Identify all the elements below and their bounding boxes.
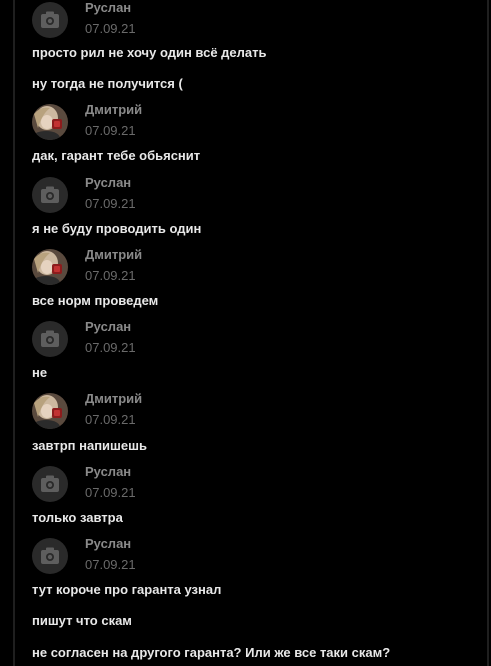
message-text: пишут что скам <box>32 613 132 628</box>
message-header: Дмитрий 07.09.21 <box>32 102 472 144</box>
camera-icon <box>41 475 59 492</box>
message-header: Руслан 07.09.21 <box>32 319 472 361</box>
message-timestamp: 07.09.21 <box>85 123 136 138</box>
author-name[interactable]: Дмитрий <box>85 391 142 406</box>
message-header: Дмитрий 07.09.21 <box>32 247 472 289</box>
message-timestamp: 07.09.21 <box>85 412 136 427</box>
avatar[interactable] <box>32 249 68 285</box>
author-name[interactable]: Руслан <box>85 319 131 334</box>
avatar[interactable] <box>32 177 68 213</box>
scrollbar-track[interactable] <box>487 0 489 666</box>
message-text: все норм проведем <box>32 293 159 308</box>
message-text: завтрп напишешь <box>32 438 147 453</box>
profile-photo <box>32 249 68 285</box>
message-header: Руслан 07.09.21 <box>32 175 472 217</box>
message-header: Руслан 07.09.21 <box>32 0 472 42</box>
message-text: просто рил не хочу один всё делать <box>32 45 267 60</box>
author-name[interactable]: Дмитрий <box>85 102 142 117</box>
message-timestamp: 07.09.21 <box>85 557 136 572</box>
message-text: ну тогда не получится ( <box>32 76 183 91</box>
message-timestamp: 07.09.21 <box>85 21 136 36</box>
message-text: не <box>32 365 48 380</box>
author-name[interactable]: Руслан <box>85 536 131 551</box>
author-name[interactable]: Руслан <box>85 0 131 15</box>
message-text: я не буду проводить один <box>32 221 202 236</box>
message-header: Руслан 07.09.21 <box>32 464 472 506</box>
message-header: Руслан 07.09.21 <box>32 536 472 578</box>
message-text: только завтра <box>32 510 123 525</box>
message-text: не согласен на другого гаранта? Или же в… <box>32 645 391 660</box>
avatar[interactable] <box>32 538 68 574</box>
profile-photo <box>32 104 68 140</box>
avatar[interactable] <box>32 104 68 140</box>
message-timestamp: 07.09.21 <box>85 196 136 211</box>
avatar[interactable] <box>32 321 68 357</box>
message-header: Дмитрий 07.09.21 <box>32 391 472 433</box>
message-timestamp: 07.09.21 <box>85 268 136 283</box>
author-name[interactable]: Руслан <box>85 464 131 479</box>
avatar[interactable] <box>32 2 68 38</box>
author-name[interactable]: Руслан <box>85 175 131 190</box>
avatar[interactable] <box>32 393 68 429</box>
camera-icon <box>41 547 59 564</box>
author-name[interactable]: Дмитрий <box>85 247 142 262</box>
avatar[interactable] <box>32 466 68 502</box>
camera-icon <box>41 330 59 347</box>
message-timestamp: 07.09.21 <box>85 340 136 355</box>
message-text: тут короче про гаранта узнал <box>32 582 222 597</box>
thread-line <box>13 0 15 666</box>
message-history: Руслан 07.09.21 просто рил не хочу один … <box>0 0 491 666</box>
profile-photo <box>32 393 68 429</box>
camera-icon <box>41 186 59 203</box>
message-timestamp: 07.09.21 <box>85 485 136 500</box>
camera-icon <box>41 11 59 28</box>
message-text: дак, гарант тебе обьяснит <box>32 148 201 163</box>
